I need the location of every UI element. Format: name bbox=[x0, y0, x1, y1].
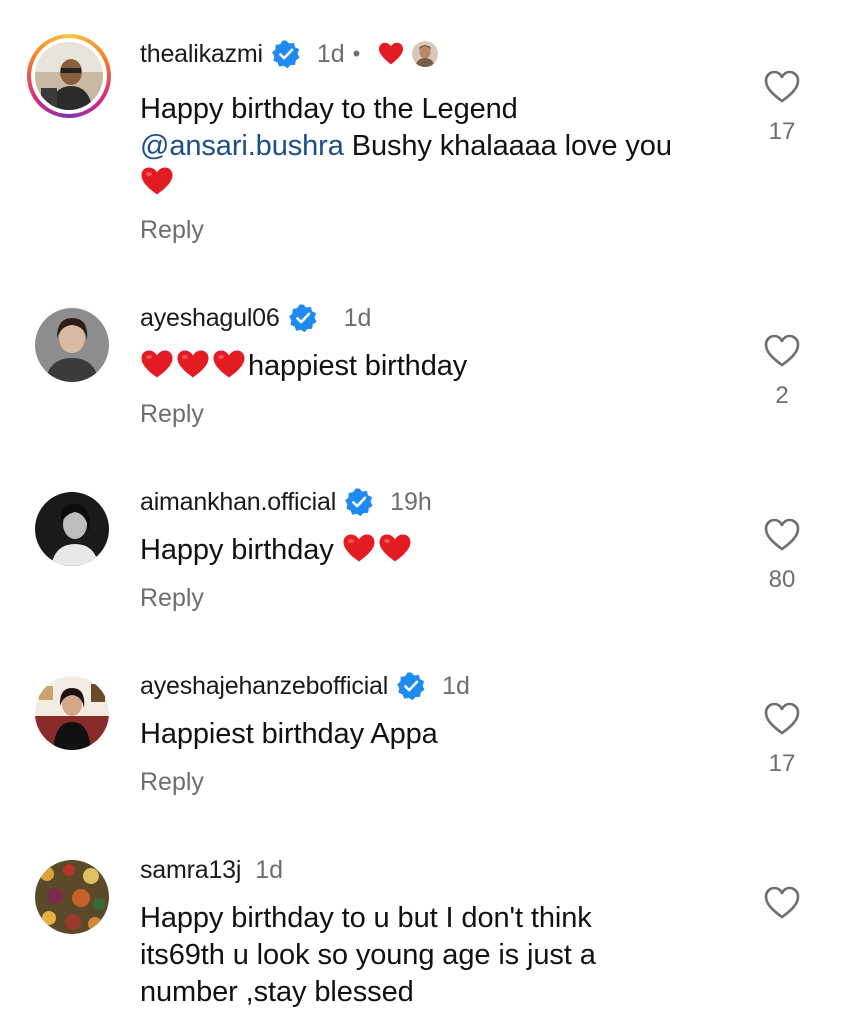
like-heart-icon[interactable] bbox=[764, 886, 800, 920]
avatar-story-ring[interactable] bbox=[27, 34, 111, 118]
comment-timestamp: 19h bbox=[390, 487, 432, 516]
comment-timestamp: 1d bbox=[255, 855, 284, 884]
comment-header: aimankhan.official 19h bbox=[140, 482, 432, 522]
comment-text: Happy birthday to the Legend @ansari.bus… bbox=[140, 91, 740, 202]
verified-badge-icon bbox=[271, 39, 301, 69]
like-heart-icon[interactable] bbox=[764, 702, 800, 736]
comment-header: ayeshagul06 1d bbox=[140, 298, 371, 338]
username-link[interactable]: ayeshagul06 bbox=[140, 304, 280, 333]
reply-button[interactable]: Reply bbox=[140, 216, 204, 245]
avatar[interactable] bbox=[35, 676, 109, 750]
reply-button[interactable]: Reply bbox=[140, 584, 204, 613]
separator-dot: • bbox=[352, 41, 361, 66]
like-count: 2 bbox=[775, 382, 789, 409]
comment-header: samra13j 1d bbox=[140, 850, 283, 890]
like-count: 17 bbox=[768, 118, 796, 145]
like-heart-icon[interactable] bbox=[764, 334, 800, 368]
comment-text: Happy birthday bbox=[140, 532, 740, 569]
red-heart-emoji bbox=[342, 533, 376, 563]
comment-text: Happy birthday to u but I don't think it… bbox=[140, 902, 596, 1008]
reply-button[interactable]: Reply bbox=[140, 400, 204, 429]
author-liked-heart-icon bbox=[378, 42, 404, 66]
username-link[interactable]: thealikazmi bbox=[140, 40, 263, 69]
comment-header: thealikazmi 1d • bbox=[140, 34, 441, 74]
avatar[interactable] bbox=[35, 308, 109, 382]
red-heart-emoji bbox=[140, 166, 174, 196]
reply-button[interactable]: Reply bbox=[140, 768, 204, 797]
red-heart-emoji bbox=[140, 349, 174, 379]
red-heart-emoji bbox=[176, 349, 210, 379]
username-link[interactable]: aimankhan.official bbox=[140, 488, 336, 517]
username-link[interactable]: ayeshajehanzebofficial bbox=[140, 672, 388, 701]
comment-text: happiest birthday bbox=[140, 348, 740, 385]
mention-link[interactable]: @ansari.bushra bbox=[140, 130, 344, 162]
verified-badge-icon bbox=[396, 671, 426, 701]
username-link[interactable]: samra13j bbox=[140, 856, 241, 885]
comment-timestamp: 1d bbox=[316, 39, 345, 68]
comment-timestamp: 1d bbox=[442, 671, 470, 700]
verified-badge-icon bbox=[288, 303, 318, 333]
like-count: 80 bbox=[768, 566, 796, 593]
like-heart-icon[interactable] bbox=[764, 518, 800, 552]
red-heart-emoji bbox=[212, 349, 246, 379]
comment-text: Happiest birthday Appa bbox=[140, 718, 438, 750]
like-heart-icon[interactable] bbox=[764, 70, 800, 104]
comment-timestamp: 1d bbox=[343, 303, 372, 332]
avatar bbox=[35, 42, 103, 110]
verified-badge-icon bbox=[344, 487, 374, 517]
avatar[interactable] bbox=[35, 492, 109, 566]
red-heart-emoji bbox=[378, 533, 412, 563]
comment-header: ayeshajehanzebofficial 1d bbox=[140, 666, 470, 706]
author-avatar-mini bbox=[410, 39, 441, 69]
avatar[interactable] bbox=[35, 860, 109, 934]
like-count: 17 bbox=[768, 750, 796, 777]
